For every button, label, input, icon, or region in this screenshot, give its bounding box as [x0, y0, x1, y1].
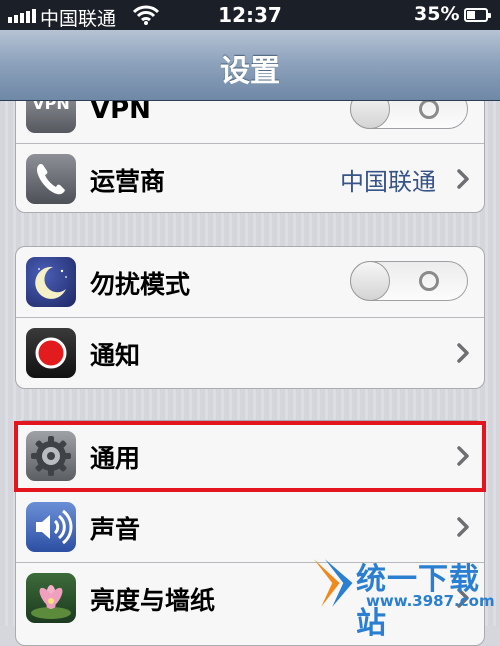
flower-icon — [26, 573, 76, 623]
moon-icon — [26, 257, 76, 307]
settings-row-label: 声音 — [90, 515, 141, 544]
phone-icon — [26, 154, 76, 204]
settings-row-sounds[interactable]: 声音 — [16, 492, 484, 563]
chevron-right-icon — [457, 169, 469, 189]
status-bar: 中国联通 12:37 35% — [0, 0, 500, 30]
chevron-right-icon — [457, 343, 469, 363]
settings-row-label: 通知 — [90, 341, 141, 370]
settings-row-label: 勿扰模式 — [90, 270, 191, 299]
do-not-disturb-toggle[interactable] — [350, 261, 468, 301]
battery-percentage: 35% — [414, 3, 460, 25]
chevron-right-icon — [457, 517, 469, 537]
page-title-overlay: 设置 — [220, 54, 280, 89]
watermark-url: www.3987.com — [366, 592, 495, 610]
settings-row-do-not-disturb[interactable]: 勿扰模式 — [16, 247, 484, 318]
settings-row-notifications[interactable]: 通知 — [16, 318, 484, 388]
battery-icon — [464, 8, 491, 22]
watermark-logo-icon — [313, 559, 353, 607]
settings-row-label: 运营商 — [90, 167, 166, 196]
settings-row-carrier[interactable]: 运营商 中国联通 — [16, 144, 484, 212]
speaker-icon — [26, 502, 76, 552]
highlight-box — [14, 421, 486, 492]
settings-group-alerts: 勿扰模式 通知 — [15, 246, 485, 389]
watermark: 统一下载站 www.3987.com — [312, 554, 495, 641]
settings-row-label: 亮度与墙纸 — [90, 586, 216, 615]
navigation-bar-overlay: 设置 — [0, 30, 500, 101]
notification-icon — [26, 328, 76, 378]
carrier-value: 中国联通 — [340, 168, 436, 196]
